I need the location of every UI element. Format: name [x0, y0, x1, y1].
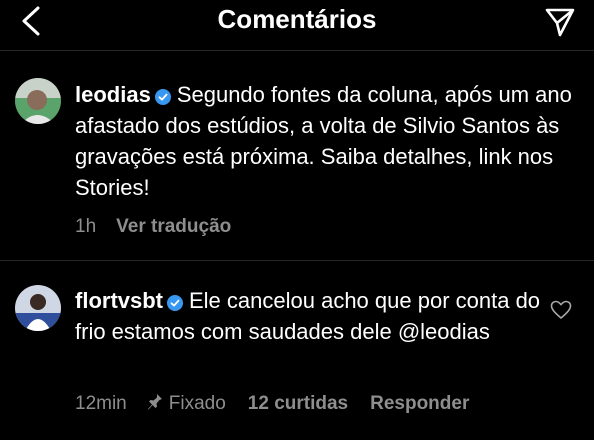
caption-avatar[interactable]	[15, 78, 61, 124]
caption-username[interactable]: leodias	[75, 82, 151, 107]
translate-link[interactable]: Ver tradução	[116, 216, 231, 237]
caption-meta: 1h Ver tradução	[75, 216, 253, 238]
header-divider	[0, 50, 594, 51]
send-icon	[545, 8, 575, 37]
avatar-image	[15, 285, 61, 331]
comment-username[interactable]: flortvsbt	[75, 288, 163, 313]
comment-body: flortvsbt Ele cancelou acho que por conta…	[75, 285, 545, 347]
caption-time: 1h	[75, 216, 97, 237]
likes-count[interactable]: 12 curtidas	[248, 393, 348, 414]
caption-body: leodias Segundo fontes da coluna, após um…	[75, 79, 575, 203]
verified-badge-icon	[167, 295, 183, 311]
caption-divider	[0, 260, 594, 261]
pin-icon	[147, 394, 162, 410]
heart-icon	[550, 300, 572, 319]
comment-avatar[interactable]	[15, 285, 61, 331]
pinned-indicator: Fixado	[147, 393, 226, 414]
pinned-label: Fixado	[168, 393, 226, 414]
avatar-image	[15, 78, 61, 124]
comment-meta: 12min Fixado 12 curtidas Responder	[75, 393, 491, 415]
reply-button[interactable]: Responder	[370, 393, 469, 414]
comment-time: 12min	[75, 393, 127, 414]
verified-badge-icon	[154, 89, 171, 105]
send-button[interactable]	[544, 6, 576, 38]
header-bar: Comentários	[0, 0, 594, 44]
page-title: Comentários	[217, 4, 377, 34]
like-button[interactable]	[550, 300, 572, 320]
